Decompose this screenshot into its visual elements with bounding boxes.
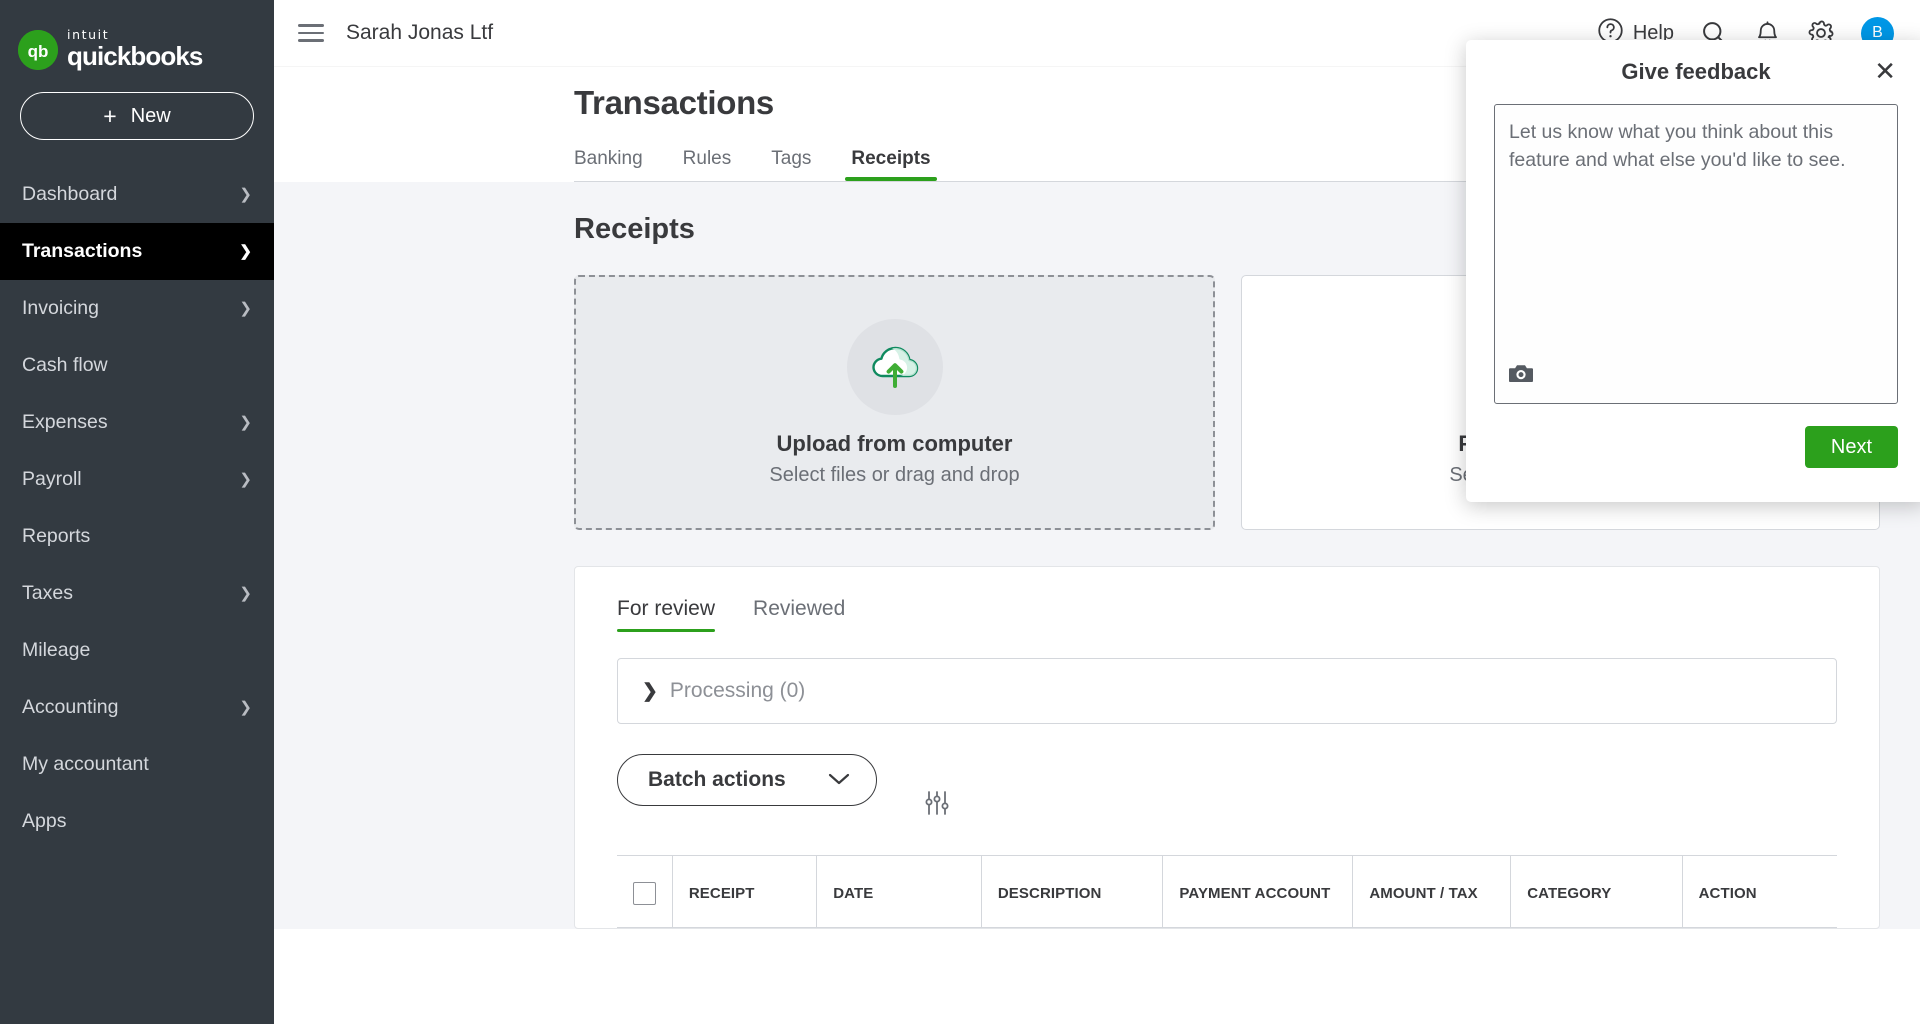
chevron-right-icon: ❯: [239, 585, 252, 602]
sidebar-item-taxes[interactable]: Taxes ❯: [0, 565, 274, 622]
feedback-placeholder: Let us know what you think about this fe…: [1509, 121, 1846, 171]
main-area: Sarah Jonas Ltf Help B Transactions Bank…: [274, 0, 1920, 1024]
feedback-textarea[interactable]: Let us know what you think about this fe…: [1494, 104, 1898, 404]
sidebar-item-label: Mileage: [22, 639, 91, 661]
camera-icon[interactable]: [1508, 362, 1534, 389]
tab-rules[interactable]: Rules: [683, 148, 732, 181]
chevron-right-icon: ❯: [239, 414, 252, 431]
receipts-table-header: RECEIPT DATE DESCRIPTION PAYMENT ACCOUNT…: [617, 855, 1837, 928]
tab-receipts[interactable]: Receipts: [845, 148, 937, 181]
receipts-heading: Receipts: [574, 213, 695, 245]
qb-mark-icon: qb: [18, 30, 58, 70]
column-header-receipt[interactable]: RECEIPT: [672, 856, 818, 928]
cloud-upload-icon: [846, 318, 943, 415]
hamburger-icon[interactable]: [298, 24, 324, 42]
select-all-cell: [617, 856, 673, 928]
batch-actions-button[interactable]: Batch actions: [617, 754, 877, 806]
table-actions: Batch actions: [617, 754, 1837, 821]
sidebar-item-apps[interactable]: Apps: [0, 793, 274, 850]
upload-from-computer-card[interactable]: Upload from computer Select files or dra…: [574, 275, 1215, 530]
sidebar-item-label: Taxes: [22, 582, 73, 604]
sidebar-item-dashboard[interactable]: Dashboard ❯: [0, 166, 274, 223]
new-button[interactable]: + New: [20, 92, 254, 140]
select-all-checkbox[interactable]: [632, 882, 656, 905]
svg-text:qb: qb: [28, 42, 49, 61]
column-header-date[interactable]: DATE: [817, 856, 982, 928]
sidebar-item-label: Transactions: [22, 240, 143, 262]
sidebar-item-label: Payroll: [22, 468, 82, 490]
company-name: Sarah Jonas Ltf: [346, 21, 494, 44]
chevron-right-icon: ❯: [239, 300, 252, 317]
column-header-amount-tax[interactable]: AMOUNT / TAX: [1353, 856, 1512, 928]
chevron-right-icon: ❯: [239, 243, 252, 260]
plus-icon: +: [103, 102, 117, 129]
upload-card-subtitle: Select files or drag and drop: [769, 463, 1020, 486]
sidebar-item-payroll[interactable]: Payroll ❯: [0, 451, 274, 508]
column-header-payment-account[interactable]: PAYMENT ACCOUNT: [1163, 856, 1354, 928]
sidebar-item-label: Dashboard: [22, 183, 118, 205]
review-tabs: For review Reviewed: [617, 597, 1837, 632]
processing-accordion[interactable]: ❯ Processing (0): [617, 658, 1837, 724]
tab-reviewed[interactable]: Reviewed: [753, 597, 845, 632]
quickbooks-logo[interactable]: qb intuit quickbooks: [0, 0, 274, 78]
quickbooks-text: quickbooks: [67, 41, 203, 72]
sidebar-item-label: Accounting: [22, 696, 119, 718]
receipts-panel: For review Reviewed ❯ Processing (0) Bat…: [574, 566, 1880, 929]
close-icon[interactable]: ✕: [1874, 58, 1896, 84]
tab-banking[interactable]: Banking: [574, 148, 643, 181]
quickbooks-app: qb intuit quickbooks + New Dashboard ❯ T…: [0, 0, 1920, 1024]
column-header-description[interactable]: DESCRIPTION: [981, 856, 1164, 928]
column-header-category[interactable]: CATEGORY: [1511, 856, 1683, 928]
modal-title: Give feedback: [1621, 59, 1771, 84]
sidebar-item-accounting[interactable]: Accounting ❯: [0, 679, 274, 736]
sidebar-item-label: Reports: [22, 525, 91, 547]
sidebar-item-label: Expenses: [22, 411, 108, 433]
processing-label: Processing (0): [669, 679, 806, 702]
sidebar-item-label: Invoicing: [22, 297, 99, 319]
sidebar-item-expenses[interactable]: Expenses ❯: [0, 394, 274, 451]
chevron-right-icon: ❯: [239, 186, 252, 203]
new-button-label: New: [130, 104, 171, 127]
intuit-text: intuit: [67, 26, 110, 42]
tab-for-review[interactable]: For review: [617, 597, 716, 632]
sidebar-item-mileage[interactable]: Mileage: [0, 622, 274, 679]
sidebar-item-label: Apps: [22, 810, 67, 832]
chevron-right-icon: ❯: [239, 471, 252, 488]
sidebar-item-cash-flow[interactable]: Cash flow: [0, 337, 274, 394]
sidebar-item-label: My accountant: [22, 753, 149, 775]
brand-wordmark: intuit quickbooks: [67, 26, 203, 72]
sidebar-item-invoicing[interactable]: Invoicing ❯: [0, 280, 274, 337]
sidebar: qb intuit quickbooks + New Dashboard ❯ T…: [0, 0, 274, 1024]
sidebar-item-my-accountant[interactable]: My accountant: [0, 736, 274, 793]
give-feedback-modal: Give feedback ✕ Let us know what you thi…: [1466, 40, 1920, 502]
sidebar-item-transactions[interactable]: Transactions ❯: [0, 223, 274, 280]
chevron-down-icon: [828, 768, 850, 792]
sliders-icon[interactable]: [923, 790, 951, 821]
chevron-right-icon: ❯: [642, 680, 658, 702]
chevron-right-icon: ❯: [239, 699, 252, 716]
modal-footer: Next: [1494, 404, 1898, 468]
sidebar-item-label: Cash flow: [22, 354, 108, 376]
sidebar-nav: Dashboard ❯ Transactions ❯ Invoicing ❯ C…: [0, 166, 274, 850]
sidebar-item-reports[interactable]: Reports: [0, 508, 274, 565]
modal-header: Give feedback ✕: [1494, 40, 1898, 104]
upload-card-title: Upload from computer: [776, 430, 1013, 456]
tab-tags[interactable]: Tags: [771, 148, 811, 181]
next-button[interactable]: Next: [1804, 426, 1898, 468]
column-header-action[interactable]: ACTION: [1682, 856, 1837, 928]
batch-actions-label: Batch actions: [648, 768, 786, 791]
